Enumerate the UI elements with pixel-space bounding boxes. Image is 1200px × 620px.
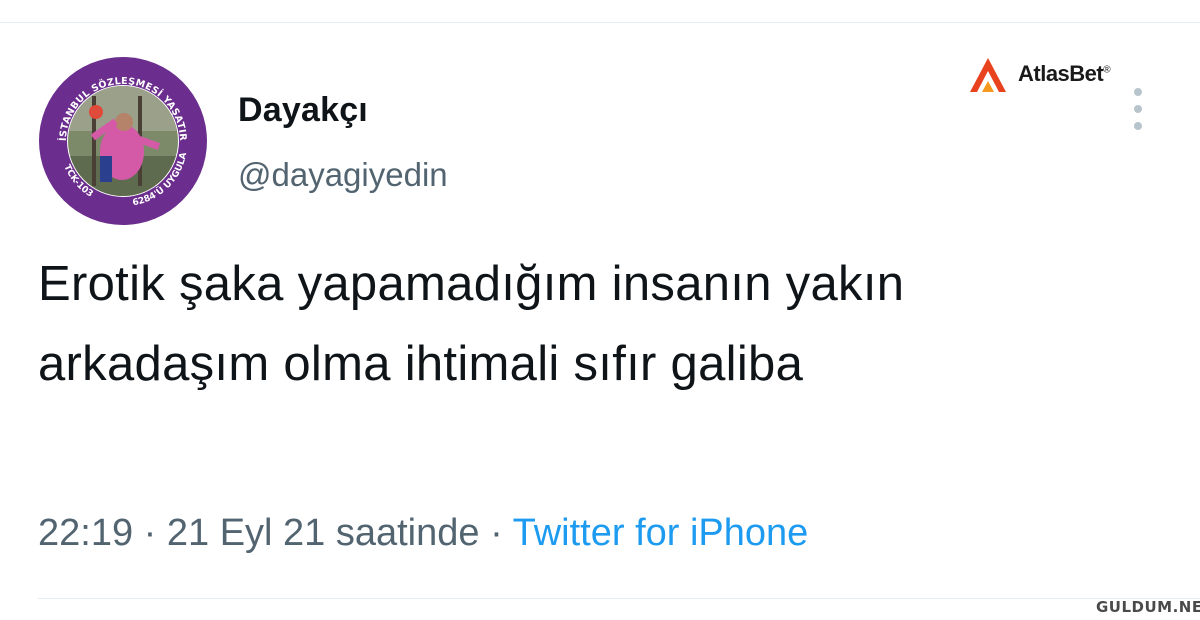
display-name[interactable]: Dayakçı	[238, 91, 368, 130]
tweet-meta: 22:19 · 21 Eyl 21 saatinde · Twitter for…	[38, 512, 808, 555]
more-vertical-icon[interactable]	[1126, 88, 1150, 130]
brand-name-text: AtlasBet	[1018, 61, 1104, 86]
tweet-source-link[interactable]: Twitter for iPhone	[513, 512, 809, 554]
brand-name: AtlasBet®	[1018, 61, 1111, 87]
more-dot	[1134, 122, 1142, 130]
more-dot	[1134, 88, 1142, 96]
registered-mark: ®	[1103, 64, 1111, 76]
tweet-text: Erotik şaka yapamadığım insanın yakın ar…	[38, 257, 905, 391]
avatar-image: İSTANBUL SÖZLEŞMESİ YAŞATIR TCK-103 6284…	[39, 57, 207, 225]
atlasbet-logo-icon	[970, 58, 1006, 92]
top-divider	[0, 22, 1200, 23]
more-dot	[1134, 105, 1142, 113]
bottom-divider	[38, 598, 1200, 599]
tweet-timestamp[interactable]: 22:19 · 21 Eyl 21 saatinde ·	[38, 512, 503, 554]
brand-logo: AtlasBet®	[966, 50, 1111, 98]
site-watermark: GULDUM.NET	[1096, 598, 1200, 616]
user-handle[interactable]: @dayagiyedin	[238, 156, 448, 194]
avatar[interactable]: İSTANBUL SÖZLEŞMESİ YAŞATIR TCK-103 6284…	[38, 56, 208, 226]
